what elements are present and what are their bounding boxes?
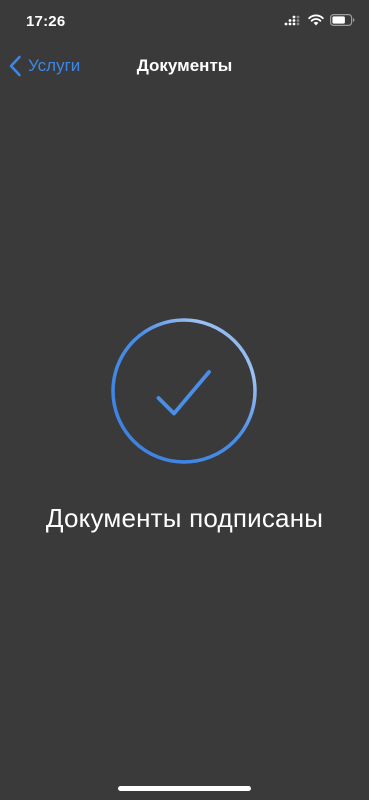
success-graphic [111, 318, 257, 464]
status-icons [284, 14, 355, 26]
navigation-bar: Услуги Документы [0, 44, 369, 88]
checkmark-icon [156, 370, 211, 416]
success-ring [111, 318, 257, 464]
wifi-icon [308, 14, 324, 26]
status-time: 17:26 [26, 13, 66, 30]
checkmark-circle-icon [111, 318, 257, 464]
success-message: Документы подписаны [45, 503, 324, 533]
battery-icon [330, 14, 355, 26]
status-bar: 17:26 [0, 0, 369, 44]
home-indicator[interactable] [118, 786, 251, 791]
cellular-signal-icon [284, 15, 300, 26]
page-title: Документы [136, 56, 233, 75]
